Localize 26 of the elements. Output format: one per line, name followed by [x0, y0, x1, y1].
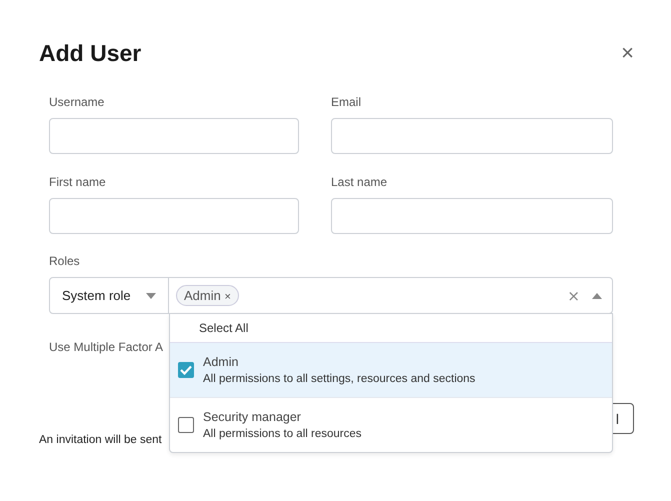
option-title: Admin [203, 355, 240, 369]
role-chip: Admin × [176, 285, 239, 306]
roles-label: Roles [49, 254, 81, 268]
option-description: All permissions to all resources [203, 428, 362, 440]
input-field[interactable] [49, 118, 299, 154]
role-type-select[interactable]: System role [49, 277, 169, 314]
field-label: First name [49, 175, 107, 189]
field-label: Last name [331, 175, 388, 189]
role-option[interactable]: Admin All permissions to all settings, resources and sections [170, 343, 612, 398]
option-title: Security manager [203, 410, 302, 424]
remove-chip-button[interactable]: × [224, 291, 231, 303]
mfa-label: Use Multiple Factor A [49, 340, 164, 354]
input-field[interactable] [49, 198, 299, 234]
input-field[interactable] [331, 118, 613, 154]
checkbox[interactable] [178, 362, 194, 378]
close-button[interactable]: × [621, 42, 634, 64]
field-label: Email [331, 95, 362, 109]
input-field[interactable] [331, 198, 613, 234]
dialog-title: Add User [39, 40, 142, 66]
caret-icon [146, 292, 156, 298]
checkbox[interactable] [178, 417, 194, 433]
role-option[interactable]: Security manager All permissions to all resources [170, 398, 612, 452]
caret-icon [592, 292, 602, 298]
clear-button[interactable]: × [567, 286, 580, 304]
field-label: Username [49, 95, 106, 109]
option-description: All permissions to all settings, resources and sections [203, 373, 476, 385]
